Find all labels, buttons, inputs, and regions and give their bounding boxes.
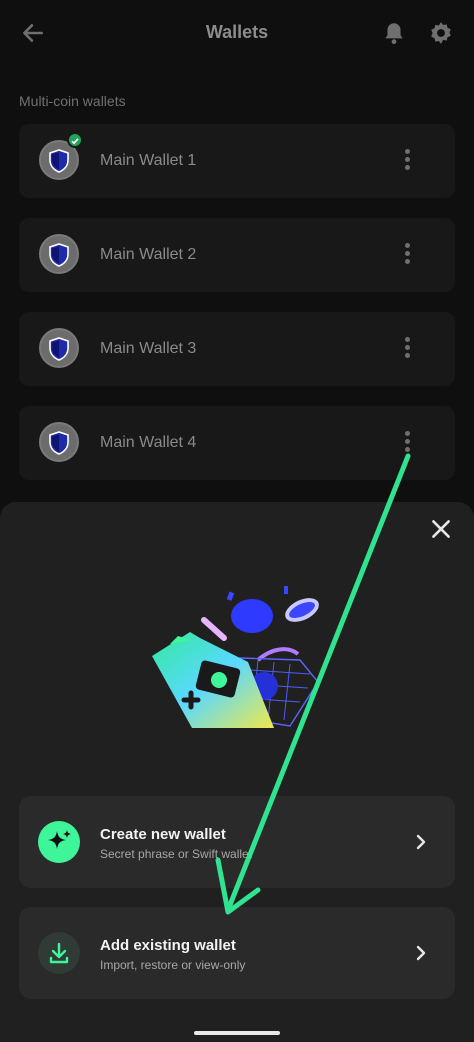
wallet-name: Main Wallet 4 [100, 434, 197, 451]
wallet-shield-avatar [39, 422, 79, 462]
shield-icon [49, 243, 69, 267]
more-options-icon[interactable] [399, 243, 415, 267]
option-title: Add existing wallet [100, 937, 236, 954]
wallet-row[interactable]: Main Wallet 2 [19, 218, 455, 292]
more-options-icon[interactable] [399, 431, 415, 455]
shield-icon [49, 149, 69, 173]
create-wallet-option[interactable]: Create new wallet Secret phrase or Swift… [19, 796, 455, 888]
wallet-shield-avatar [39, 234, 79, 274]
gear-icon[interactable] [428, 20, 454, 46]
home-indicator [194, 1031, 280, 1035]
wallet-name: Main Wallet 2 [100, 246, 197, 263]
shield-icon [49, 337, 69, 361]
option-subtitle: Secret phrase or Swift wallet [100, 847, 253, 861]
wallet-row[interactable]: Main Wallet 4 [19, 406, 455, 480]
wallet-row[interactable]: Main Wallet 3 [19, 312, 455, 386]
wallet-name: Main Wallet 3 [100, 340, 197, 357]
add-existing-wallet-option[interactable]: Add existing wallet Import, restore or v… [19, 907, 455, 999]
top-bar: Wallets [0, 0, 474, 64]
download-icon-badge [38, 932, 80, 974]
chevron-right-icon [416, 945, 426, 961]
chevron-right-icon [416, 834, 426, 850]
wallet-row[interactable]: Main Wallet 1 [19, 124, 455, 198]
wallet-illustration [152, 586, 319, 728]
more-options-icon[interactable] [399, 149, 415, 173]
selected-check-icon [67, 132, 83, 148]
section-label: Multi-coin wallets [19, 93, 126, 109]
more-options-icon[interactable] [399, 337, 415, 361]
bell-icon[interactable] [381, 20, 407, 46]
wallet-name: Main Wallet 1 [100, 152, 197, 169]
option-subtitle: Import, restore or view-only [100, 958, 246, 972]
download-icon [49, 942, 69, 964]
option-title: Create new wallet [100, 826, 226, 843]
close-icon[interactable] [428, 516, 454, 542]
wallet-shield-avatar [39, 328, 79, 368]
sparkle-icon [48, 830, 71, 849]
shield-icon [49, 431, 69, 455]
sparkle-icon-badge [38, 821, 80, 863]
